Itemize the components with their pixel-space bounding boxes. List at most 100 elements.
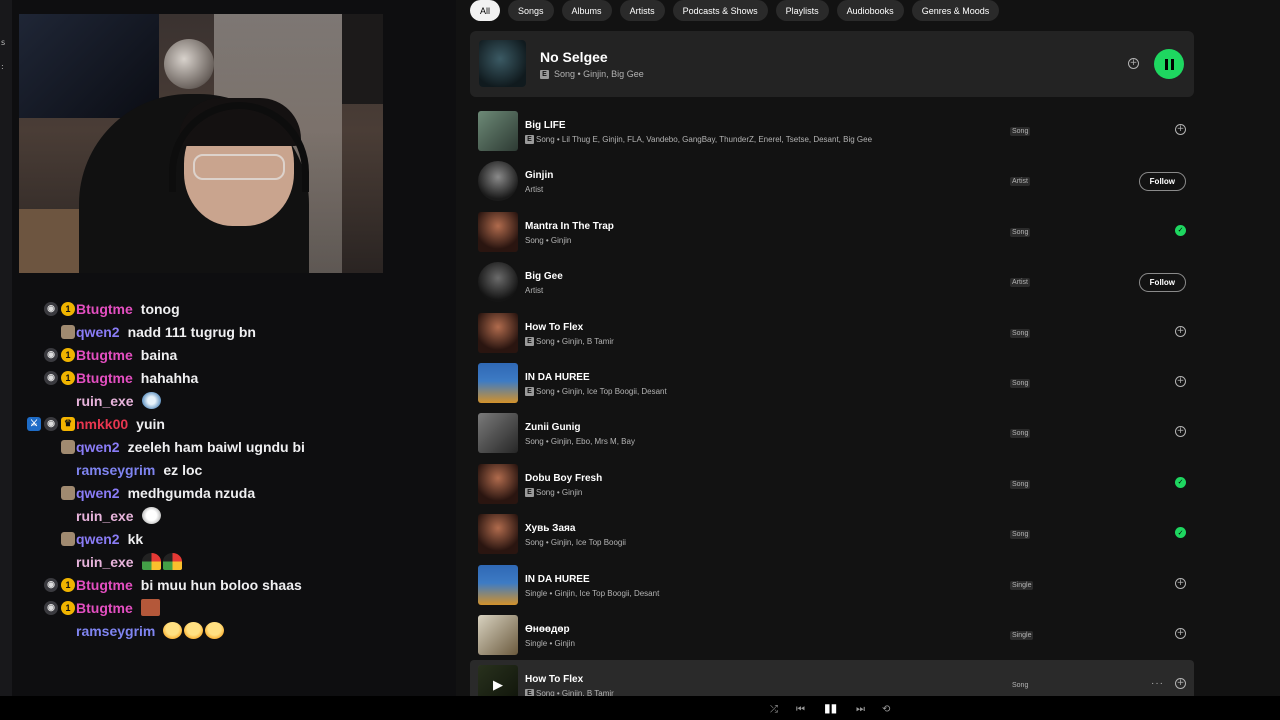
chat-username[interactable]: ramseygrim (76, 462, 155, 478)
result-title[interactable]: Mantra In The Trap (525, 221, 614, 232)
chat-username[interactable]: Btugtme (76, 370, 133, 386)
chat-badges: ⚔ ◉ ♛ (19, 416, 75, 431)
check-circle-icon[interactable]: ✓ (1175, 476, 1186, 488)
chat-username[interactable]: Btugtme (76, 577, 133, 593)
chat-text: yuin (136, 415, 165, 432)
chat-badges: ◉ 1 (19, 347, 75, 362)
follow-button[interactable]: Follow (1138, 273, 1186, 293)
mic-badge-icon: ◉ (44, 416, 58, 431)
plus-circle-icon[interactable]: + (1175, 678, 1186, 690)
plus-circle-icon[interactable]: + (1175, 325, 1186, 337)
result-row[interactable]: Өнөөдөр Single • Ginjin Single + (470, 610, 1194, 660)
explicit-badge: E (525, 386, 534, 396)
pause-icon (1164, 58, 1174, 70)
result-title[interactable]: Big LIFE (525, 120, 566, 131)
top-result-card[interactable]: No Selgee E Song • Ginjin, Big Gee + (470, 31, 1194, 97)
result-subtitle: Single • Ginjin (525, 639, 575, 648)
chat-message: qwen2 medhgumda nzuda (19, 481, 439, 504)
filter-chip[interactable]: Artists (619, 0, 665, 21)
chat-message: ◉ 1 Btugtme hahahha (19, 366, 439, 389)
explicit-badge: E (525, 336, 534, 346)
result-title[interactable]: Хувь Заяа (525, 523, 575, 534)
result-title[interactable]: Ginjin (525, 170, 553, 181)
chat-username[interactable]: ruin_exe (76, 554, 134, 570)
result-title[interactable]: How To Flex (525, 322, 583, 333)
plus-circle-icon[interactable]: + (1128, 58, 1139, 69)
chat-username[interactable]: Btugtme (76, 301, 133, 317)
emote-gauge-icon (141, 553, 161, 570)
shuffle-icon[interactable]: ⤮ (770, 704, 778, 715)
result-title[interactable]: IN DA HUREE (525, 372, 590, 383)
check-circle-icon[interactable]: ✓ (1175, 224, 1186, 236)
chat-message: ◉ 1 Btugtme baina (19, 343, 439, 366)
result-type-label: Song (1010, 530, 1031, 540)
chat-username[interactable]: ruin_exe (76, 393, 134, 409)
search-results-list: Big LIFE E Song • Lil Thug E, Ginjin, FLA,… (470, 106, 1194, 711)
album-cover (478, 463, 518, 504)
filter-chip[interactable]: Songs (508, 0, 554, 21)
avatar-badge-icon (61, 531, 75, 546)
result-row[interactable]: IN DA HUREE E Song • Ginjin, Ice Top Boogi… (470, 358, 1194, 408)
result-title[interactable]: Өнөөдөр (525, 624, 570, 635)
emote-block-icon (140, 599, 160, 616)
result-title[interactable]: IN DA HUREE (525, 574, 590, 585)
result-subtitle: Artist (525, 286, 543, 295)
plus-circle-icon[interactable]: + (1175, 577, 1186, 589)
top-result-title[interactable]: No Selgee (540, 49, 608, 65)
chat-username[interactable]: nmkk00 (76, 416, 128, 432)
plus-circle-icon[interactable]: + (1175, 426, 1186, 438)
result-row[interactable]: Хувь Заяа Song • Ginjin, Ice Top Boogii So… (470, 509, 1194, 559)
album-cover (478, 413, 518, 454)
result-title[interactable]: Dobu Boy Fresh (525, 473, 602, 484)
plus-circle-icon[interactable]: + (1175, 627, 1186, 639)
chat-username[interactable]: qwen2 (76, 531, 120, 547)
result-title[interactable]: Zunii Gunig (525, 422, 581, 433)
next-icon[interactable]: ⏭ (856, 704, 865, 715)
result-row[interactable]: Big LIFE E Song • Lil Thug E, Ginjin, FLA,… (470, 106, 1194, 156)
subscriber-badge-icon: 1 (61, 301, 75, 316)
emote-gauge-icon (162, 553, 182, 570)
album-cover (478, 362, 518, 403)
result-row[interactable]: Mantra In The Trap Song • Ginjin Song ✓ (470, 207, 1194, 257)
result-title[interactable]: How To Flex (525, 674, 583, 685)
check-circle-icon[interactable]: ✓ (1175, 527, 1186, 539)
result-title[interactable]: Big Gee (525, 271, 563, 282)
chat-username[interactable]: Btugtme (76, 600, 133, 616)
plus-circle-icon[interactable]: + (1175, 375, 1186, 387)
result-row[interactable]: How To Flex E Song • Ginjin, B Tamir Song + (470, 308, 1194, 358)
result-row[interactable]: Zunii Gunig Song • Ginjin, Ebo, Mrs M, Ba… (470, 408, 1194, 458)
chat-username[interactable]: qwen2 (76, 324, 120, 340)
chat-username[interactable]: Btugtme (76, 347, 133, 363)
filter-chip[interactable]: Genres & Moods (911, 0, 1000, 21)
chat-username[interactable]: ruin_exe (76, 508, 134, 524)
chat-message: ruin_exe (19, 504, 439, 527)
chat-username[interactable]: ramseygrim (76, 623, 155, 639)
result-row[interactable]: IN DA HUREE Single • Ginjin, Ice Top Boog… (470, 560, 1194, 610)
result-subtitle: Single • Ginjin, Ice Top Boogii, Desant (525, 589, 659, 598)
chat-badges (19, 485, 75, 500)
filter-chip[interactable]: Playlists (775, 0, 829, 21)
follow-button[interactable]: Follow (1138, 172, 1186, 192)
filter-chip[interactable]: Audiobooks (836, 0, 904, 21)
result-row[interactable]: Dobu Boy Fresh E Song • Ginjin Song ✓ (470, 459, 1194, 509)
repeat-icon[interactable]: ⟲ (882, 704, 890, 715)
result-subtitle: Artist (525, 185, 543, 194)
explicit-badge: E (540, 69, 549, 79)
filter-chip[interactable]: All (470, 0, 501, 21)
result-subtitle: E Song • Lil Thug E, Ginjin, FLA, Vandebo… (525, 135, 872, 144)
chat-message: ramseygrim ez loc (19, 458, 439, 481)
mic-badge-icon: ◉ (44, 301, 58, 316)
chat-username[interactable]: qwen2 (76, 485, 120, 501)
pause-button[interactable] (1154, 49, 1184, 79)
previous-icon[interactable]: ⏮ (796, 704, 805, 715)
result-row[interactable]: Ginjin Artist Artist Follow (470, 156, 1194, 206)
result-type-label: Song (1010, 429, 1031, 439)
more-dots-icon[interactable]: ··· (1151, 678, 1164, 689)
plus-circle-icon[interactable]: + (1175, 124, 1186, 135)
filter-chip[interactable]: Podcasts & Shows (672, 0, 768, 21)
chat-username[interactable]: qwen2 (76, 439, 120, 455)
result-row[interactable]: Big Gee Artist Artist Follow (470, 257, 1194, 307)
filter-chip[interactable]: Albums (561, 0, 612, 21)
result-subtitle-text: Single • Ginjin (525, 638, 575, 648)
play-pause-icon[interactable]: ▮▮ (824, 701, 837, 715)
